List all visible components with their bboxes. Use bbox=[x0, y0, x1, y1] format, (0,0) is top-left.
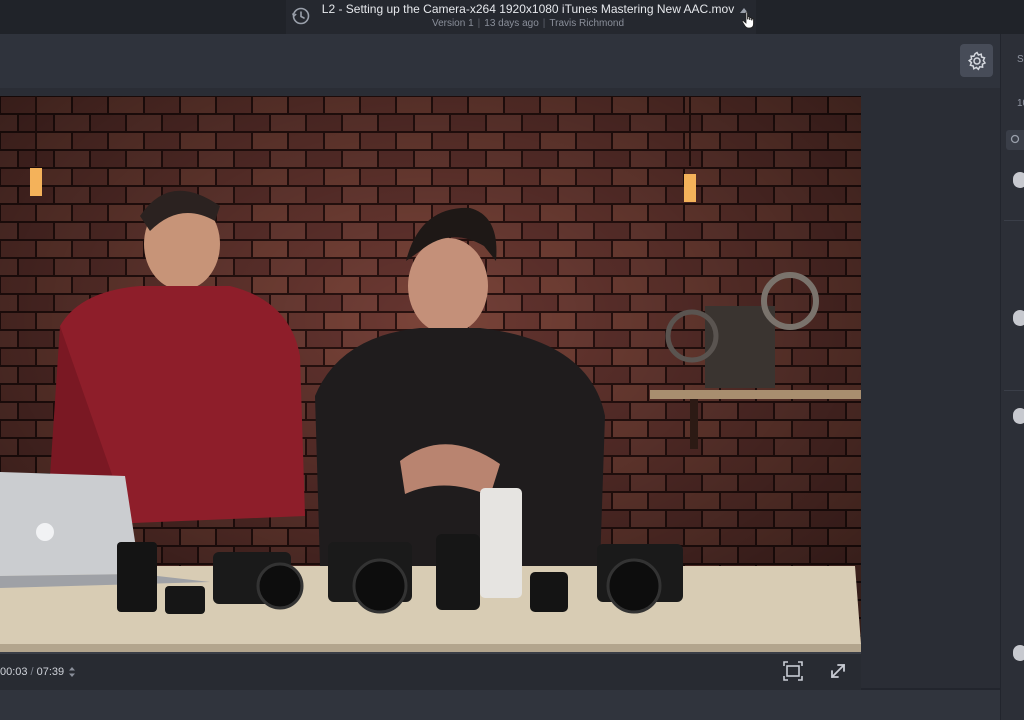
fit-screen-icon[interactable] bbox=[783, 661, 803, 681]
time-separator: / bbox=[30, 666, 34, 678]
file-meta: Version 1 | 13 days ago | Travis Richmond bbox=[431, 18, 625, 29]
comment-divider bbox=[1004, 220, 1024, 221]
version-label[interactable]: Version 1 bbox=[432, 18, 474, 29]
search-icon bbox=[1010, 134, 1020, 144]
upload-age: 13 days ago bbox=[484, 18, 539, 29]
settings-button[interactable] bbox=[960, 44, 993, 77]
timecode[interactable]: 00:03/07:39 bbox=[0, 666, 76, 678]
duration: 07:39 bbox=[36, 666, 65, 678]
history-icon[interactable] bbox=[290, 5, 312, 27]
panel-heading: S bbox=[1017, 54, 1024, 65]
comment-divider bbox=[1004, 390, 1024, 391]
file-title[interactable]: L2 - Setting up the Camera-x264 1920x108… bbox=[318, 2, 738, 16]
panel-count: 10 bbox=[1017, 98, 1024, 109]
timecode-toggle-icon[interactable] bbox=[68, 666, 76, 678]
current-time: 00:03 bbox=[0, 666, 28, 678]
viewer-toolbar bbox=[0, 34, 1000, 88]
gear-icon bbox=[967, 50, 986, 71]
expand-icon[interactable] bbox=[828, 661, 848, 681]
player-controls bbox=[0, 652, 861, 690]
comment-avatar[interactable] bbox=[1013, 645, 1024, 661]
comment-avatar[interactable] bbox=[1013, 310, 1024, 326]
comment-avatar[interactable] bbox=[1013, 408, 1024, 424]
video-frame[interactable] bbox=[0, 96, 861, 652]
panel-search-input[interactable] bbox=[1006, 130, 1024, 150]
mouse-cursor-icon bbox=[741, 11, 754, 29]
author-name: Travis Richmond bbox=[549, 18, 625, 29]
comment-avatar[interactable] bbox=[1013, 172, 1024, 188]
bottom-strip bbox=[0, 690, 1000, 720]
scrub-bar[interactable] bbox=[0, 652, 861, 654]
